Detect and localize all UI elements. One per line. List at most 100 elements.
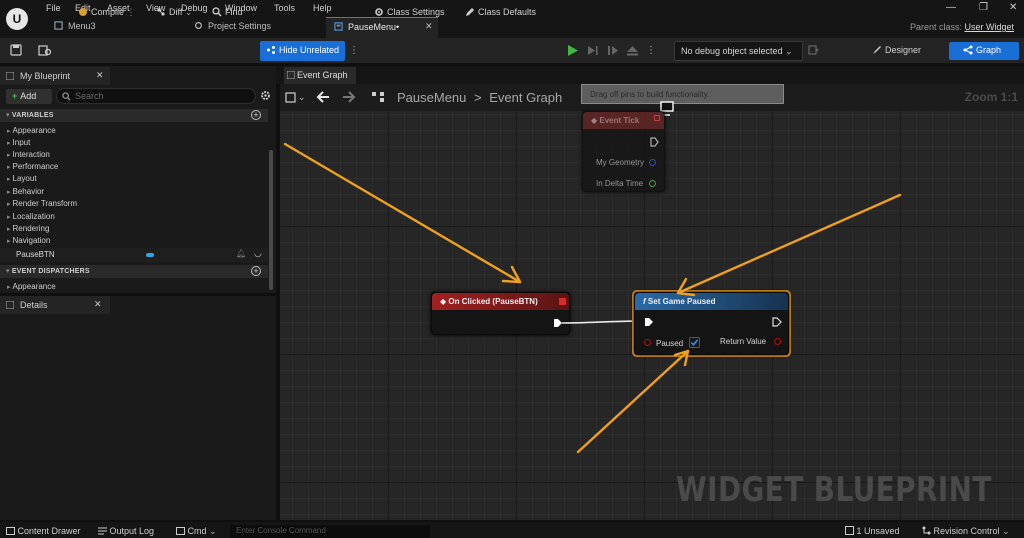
visibility-eye-icon[interactable]: ◡ bbox=[254, 248, 262, 259]
close-window-icon[interactable]: ✕ bbox=[1009, 2, 1017, 13]
class-defaults-button[interactable]: Class Defaults bbox=[459, 4, 542, 22]
pause-play-icon[interactable] bbox=[606, 44, 619, 57]
forward-arrow-icon[interactable] bbox=[342, 91, 356, 103]
event-dispatchers-section-header[interactable]: ▾ EVENT DISPATCHERS bbox=[0, 265, 268, 278]
tab-details[interactable]: Details ✕ bbox=[0, 296, 110, 314]
tab-event-graph[interactable]: Event Graph bbox=[284, 67, 356, 84]
graph-tabstrip bbox=[276, 66, 1024, 84]
unreal-logo-icon[interactable]: U bbox=[6, 8, 28, 30]
category-appearance[interactable]: Appearance bbox=[7, 126, 56, 135]
variable-name: PauseBTN bbox=[16, 250, 55, 259]
revision-control-label: Revision Control bbox=[933, 526, 1000, 536]
parent-class: Parent class: User Widget bbox=[910, 22, 1014, 32]
tab-my-blueprint[interactable]: My Blueprint ✕ bbox=[0, 67, 110, 85]
eject-icon[interactable] bbox=[626, 44, 639, 57]
dispatchers-header-label: EVENT DISPATCHERS bbox=[11, 268, 90, 275]
category-navigation[interactable]: Navigation bbox=[7, 236, 51, 245]
dispatcher-category-appearance[interactable]: Appearance bbox=[7, 282, 56, 291]
widget-blueprint-icon bbox=[334, 22, 343, 31]
hint-tooltip: Drag off pins to build functionality. bbox=[581, 84, 784, 104]
play-options-icon[interactable]: ⋮ bbox=[646, 45, 656, 56]
find-label: Find bbox=[225, 7, 243, 17]
variable-row-pausebtn[interactable]: PauseBTN 🔔︎ ◡ bbox=[0, 248, 268, 262]
parent-class-link[interactable]: User Widget bbox=[964, 22, 1014, 32]
category-rendering[interactable]: Rendering bbox=[7, 224, 50, 233]
details-grip-icon bbox=[6, 301, 14, 309]
search-placeholder: Search bbox=[75, 91, 104, 101]
close-details-icon[interactable]: ✕ bbox=[94, 299, 102, 310]
category-behavior[interactable]: Behavior bbox=[7, 187, 45, 196]
add-button[interactable]: + Add bbox=[6, 89, 52, 104]
arrow-to-on-clicked bbox=[283, 142, 522, 284]
add-variable-icon[interactable]: + bbox=[251, 110, 261, 120]
category-input[interactable]: Input bbox=[7, 138, 31, 147]
menu-tools[interactable]: Tools bbox=[274, 3, 295, 13]
designer-mode-button[interactable]: Designer bbox=[872, 45, 921, 55]
bookmark-icon[interactable] bbox=[285, 92, 296, 103]
category-interaction[interactable]: Interaction bbox=[7, 150, 50, 159]
gear-icon bbox=[375, 8, 383, 16]
maximize-icon[interactable]: ❐ bbox=[979, 2, 988, 13]
settings-gear-icon[interactable] bbox=[260, 90, 271, 101]
back-arrow-icon[interactable] bbox=[316, 91, 330, 103]
search-input[interactable]: Search bbox=[56, 88, 256, 104]
breadcrumb-leaf[interactable]: Event Graph bbox=[489, 90, 562, 105]
bookmark-dropdown-icon[interactable]: ⌄ bbox=[298, 92, 306, 103]
graph-icon bbox=[963, 45, 973, 55]
category-performance[interactable]: Performance bbox=[7, 162, 59, 171]
graph-tab-icon bbox=[287, 71, 295, 79]
bell-icon[interactable]: 🔔︎ bbox=[236, 249, 246, 258]
content-drawer-button[interactable]: Content Drawer bbox=[6, 526, 81, 536]
console-command-input[interactable]: Enter Console Command bbox=[230, 525, 430, 538]
debug-object-value: No debug object selected bbox=[681, 46, 783, 56]
revision-control-button[interactable]: Revision Control ⌄ bbox=[922, 526, 1010, 537]
hide-unrelated-button[interactable]: Hide Unrelated bbox=[260, 41, 346, 61]
debug-object-select[interactable]: No debug object selected ⌄ bbox=[674, 41, 803, 61]
category-localization[interactable]: Localization bbox=[7, 212, 55, 221]
graph-hierarchy-icon[interactable] bbox=[371, 91, 385, 103]
revision-control-icon bbox=[922, 526, 931, 535]
debug-filter-icon[interactable] bbox=[808, 45, 820, 56]
widget-asset-icon bbox=[54, 21, 63, 30]
breadcrumb-separator: > bbox=[474, 90, 482, 105]
zoom-level: Zoom 1:1 bbox=[964, 90, 1018, 104]
unsaved-button[interactable]: 1 Unsaved bbox=[845, 526, 900, 536]
variables-section-header[interactable]: ▾ VARIABLES bbox=[0, 109, 268, 122]
designer-label: Designer bbox=[885, 45, 922, 55]
toolbar bbox=[0, 38, 1024, 64]
search-icon bbox=[62, 92, 71, 101]
designer-icon bbox=[873, 46, 881, 54]
close-panel-icon[interactable]: ✕ bbox=[96, 70, 104, 81]
arrow-to-set-game-paused bbox=[676, 193, 902, 295]
minimize-icon[interactable]: — bbox=[946, 2, 956, 13]
compile-button[interactable]: Compile ⋮ bbox=[72, 4, 142, 22]
output-log-button[interactable]: Output Log bbox=[98, 526, 154, 536]
graph-mode-button[interactable]: Graph bbox=[949, 42, 1019, 60]
tooltip-text: Drag off pins to build functionality. bbox=[590, 90, 710, 99]
menu-help[interactable]: Help bbox=[313, 3, 332, 13]
search-icon bbox=[212, 7, 222, 17]
category-render-transform[interactable]: Render Transform bbox=[7, 199, 77, 208]
add-dispatcher-icon[interactable]: + bbox=[251, 266, 261, 276]
close-tab-icon[interactable]: ✕ bbox=[425, 21, 433, 32]
panel-scrollbar[interactable] bbox=[269, 150, 273, 290]
save-icon[interactable] bbox=[10, 44, 22, 56]
variable-type-pill-icon bbox=[146, 253, 154, 257]
class-defaults-label: Class Defaults bbox=[478, 7, 537, 17]
breadcrumb-root[interactable]: PauseMenu bbox=[397, 90, 466, 105]
class-settings-button[interactable]: Class Settings bbox=[368, 4, 451, 22]
diff-button[interactable]: Diff ⌄ bbox=[150, 4, 198, 22]
output-log-icon bbox=[98, 527, 107, 535]
menu-file[interactable]: File bbox=[46, 3, 61, 13]
step-icon[interactable] bbox=[586, 44, 599, 57]
compile-status-icon bbox=[79, 8, 87, 16]
category-layout[interactable]: Layout bbox=[7, 174, 37, 183]
cmd-selector[interactable]: Cmd ⌄ bbox=[176, 526, 217, 537]
content-drawer-icon bbox=[6, 527, 15, 535]
tab-label: Project Settings bbox=[208, 21, 272, 31]
browse-icon[interactable] bbox=[38, 44, 52, 56]
unsaved-label: 1 Unsaved bbox=[856, 526, 900, 536]
find-button[interactable]: Find bbox=[206, 4, 249, 22]
hide-unrelated-options-icon[interactable]: ⋮ bbox=[349, 45, 359, 56]
play-icon[interactable] bbox=[566, 44, 579, 57]
